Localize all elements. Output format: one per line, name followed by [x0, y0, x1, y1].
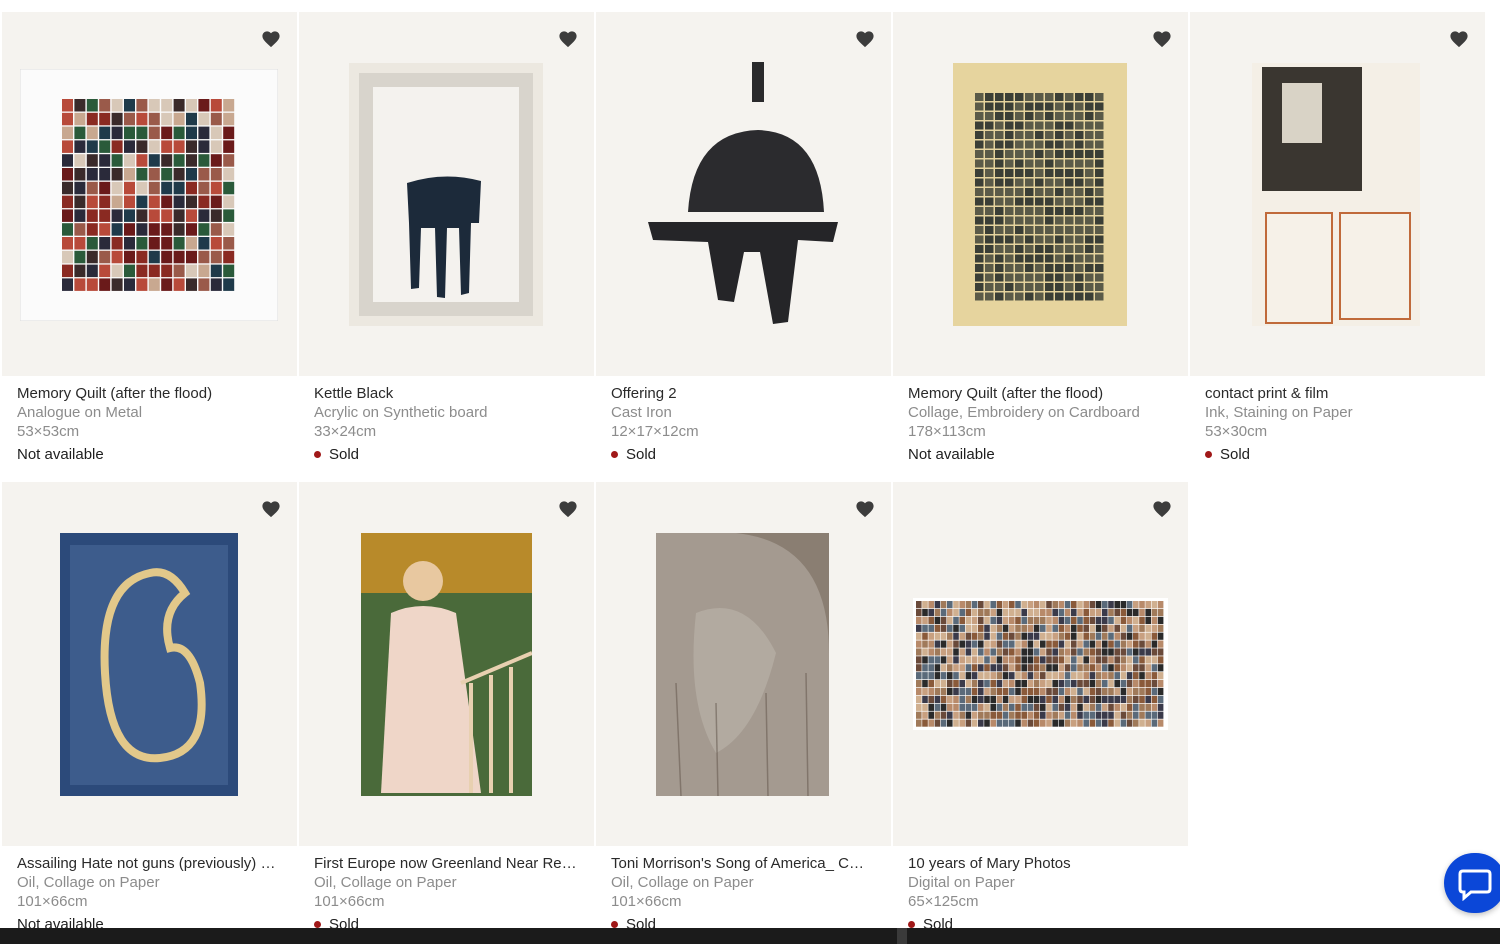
scrollbar-thumb[interactable]	[897, 928, 907, 944]
artwork-image	[20, 69, 278, 321]
artwork-status-label: Sold	[1220, 446, 1251, 463]
favorite-heart-icon[interactable]	[1152, 500, 1172, 518]
artwork-dimensions: 12×17×12cm	[611, 423, 699, 440]
artwork-dimensions: 101×66cm	[314, 893, 385, 910]
artwork-status: Sold	[611, 445, 876, 464]
favorite-heart-icon[interactable]	[558, 500, 578, 518]
artwork-status: Not available	[17, 445, 282, 464]
artwork-image-frame[interactable]	[893, 482, 1188, 846]
artwork-dimensions: 53×30cm	[1205, 423, 1268, 440]
artwork-image-frame[interactable]	[1190, 12, 1485, 376]
artwork-dimensions: 33×24cm	[314, 423, 377, 440]
artwork-medium: Oil, Collage on Paper	[314, 874, 457, 891]
artwork-card[interactable]: Kettle Black Acrylic on Synthetic board …	[299, 12, 594, 476]
artwork-title[interactable]: Memory Quilt (after the flood)	[17, 384, 282, 403]
artwork-card[interactable]: First Europe now Greenland Near Re… Oil,…	[299, 482, 594, 944]
artwork-status-label: Not available	[17, 446, 104, 463]
artwork-dimensions: 178×113cm	[908, 423, 986, 440]
artwork-title[interactable]: 10 years of Mary Photos	[908, 854, 1173, 873]
artwork-dimensions: 101×66cm	[611, 893, 682, 910]
artwork-image-frame[interactable]	[2, 12, 297, 376]
chat-bubble-icon[interactable]	[1444, 853, 1500, 913]
artwork-status: Sold	[1205, 445, 1470, 464]
artwork-medium: Oil, Collage on Paper	[611, 874, 754, 891]
artwork-image	[913, 598, 1168, 730]
artwork-title[interactable]: contact print & film	[1205, 384, 1470, 403]
artwork-title[interactable]: Assailing Hate not guns (previously) …	[17, 854, 282, 873]
artwork-medium: Acrylic on Synthetic board	[314, 404, 488, 421]
artwork-medium: Oil, Collage on Paper	[17, 874, 160, 891]
sold-dot-icon	[611, 451, 618, 458]
favorite-heart-icon[interactable]	[558, 30, 578, 48]
sold-dot-icon	[314, 921, 321, 928]
favorite-heart-icon[interactable]	[261, 30, 281, 48]
artwork-card[interactable]: Assailing Hate not guns (previously) … O…	[2, 482, 297, 944]
artwork-card[interactable]: Toni Morrison's Song of America_ C… Oil,…	[596, 482, 891, 944]
artwork-card[interactable]: contact print & film Ink, Staining on Pa…	[1190, 12, 1485, 476]
artwork-row: Assailing Hate not guns (previously) … O…	[2, 482, 1482, 944]
artwork-image	[953, 63, 1127, 326]
artwork-status: Not available	[908, 445, 1173, 464]
artwork-medium: Digital on Paper	[908, 874, 1015, 891]
artwork-image-frame[interactable]	[2, 482, 297, 846]
artwork-image	[656, 533, 829, 796]
favorite-heart-icon[interactable]	[1152, 30, 1172, 48]
sold-dot-icon	[611, 921, 618, 928]
sold-dot-icon	[908, 921, 915, 928]
artwork-medium: Analogue on Metal	[17, 404, 143, 421]
artwork-title[interactable]: Memory Quilt (after the flood)	[908, 384, 1173, 403]
artwork-image	[60, 533, 238, 796]
artwork-medium: Ink, Staining on Paper	[1205, 404, 1353, 421]
artwork-card[interactable]: Memory Quilt (after the flood) Analogue …	[2, 12, 297, 476]
artwork-status-label: Not available	[908, 446, 995, 463]
artwork-image	[648, 62, 838, 324]
artwork-status: Sold	[314, 445, 579, 464]
artwork-image-frame[interactable]	[596, 482, 891, 846]
artwork-status-label: Sold	[329, 446, 360, 463]
artwork-status-label: Sold	[626, 446, 657, 463]
artwork-image-frame[interactable]	[596, 12, 891, 376]
favorite-heart-icon[interactable]	[261, 500, 281, 518]
artwork-card[interactable]: Offering 2 Cast Iron 12×17×12cm Sold	[596, 12, 891, 476]
favorite-heart-icon[interactable]	[1449, 30, 1469, 48]
artwork-image	[1252, 63, 1420, 326]
artwork-image	[361, 533, 532, 796]
favorite-heart-icon[interactable]	[855, 30, 875, 48]
artwork-medium: Cast Iron	[611, 404, 672, 421]
bottom-bar	[0, 928, 1500, 944]
artwork-title[interactable]: First Europe now Greenland Near Re…	[314, 854, 579, 873]
artwork-grid: Memory Quilt (after the flood) Analogue …	[2, 12, 1485, 944]
artwork-dimensions: 101×66cm	[17, 893, 88, 910]
artwork-image-frame[interactable]	[893, 12, 1188, 376]
artwork-title[interactable]: Offering 2	[611, 384, 876, 403]
artwork-row: Memory Quilt (after the flood) Analogue …	[2, 12, 1485, 476]
sold-dot-icon	[314, 451, 321, 458]
artwork-image-frame[interactable]	[299, 12, 594, 376]
artwork-card[interactable]: Memory Quilt (after the flood) Collage, …	[893, 12, 1188, 476]
artwork-image-frame[interactable]	[299, 482, 594, 846]
artwork-dimensions: 53×53cm	[17, 423, 80, 440]
artwork-card[interactable]: 10 years of Mary Photos Digital on Paper…	[893, 482, 1188, 944]
artwork-image	[349, 63, 543, 326]
artwork-title[interactable]: Kettle Black	[314, 384, 579, 403]
artwork-medium: Collage, Embroidery on Cardboard	[908, 404, 1140, 421]
artwork-title[interactable]: Toni Morrison's Song of America_ C…	[611, 854, 876, 873]
favorite-heart-icon[interactable]	[855, 500, 875, 518]
artwork-dimensions: 65×125cm	[908, 893, 979, 910]
sold-dot-icon	[1205, 451, 1212, 458]
